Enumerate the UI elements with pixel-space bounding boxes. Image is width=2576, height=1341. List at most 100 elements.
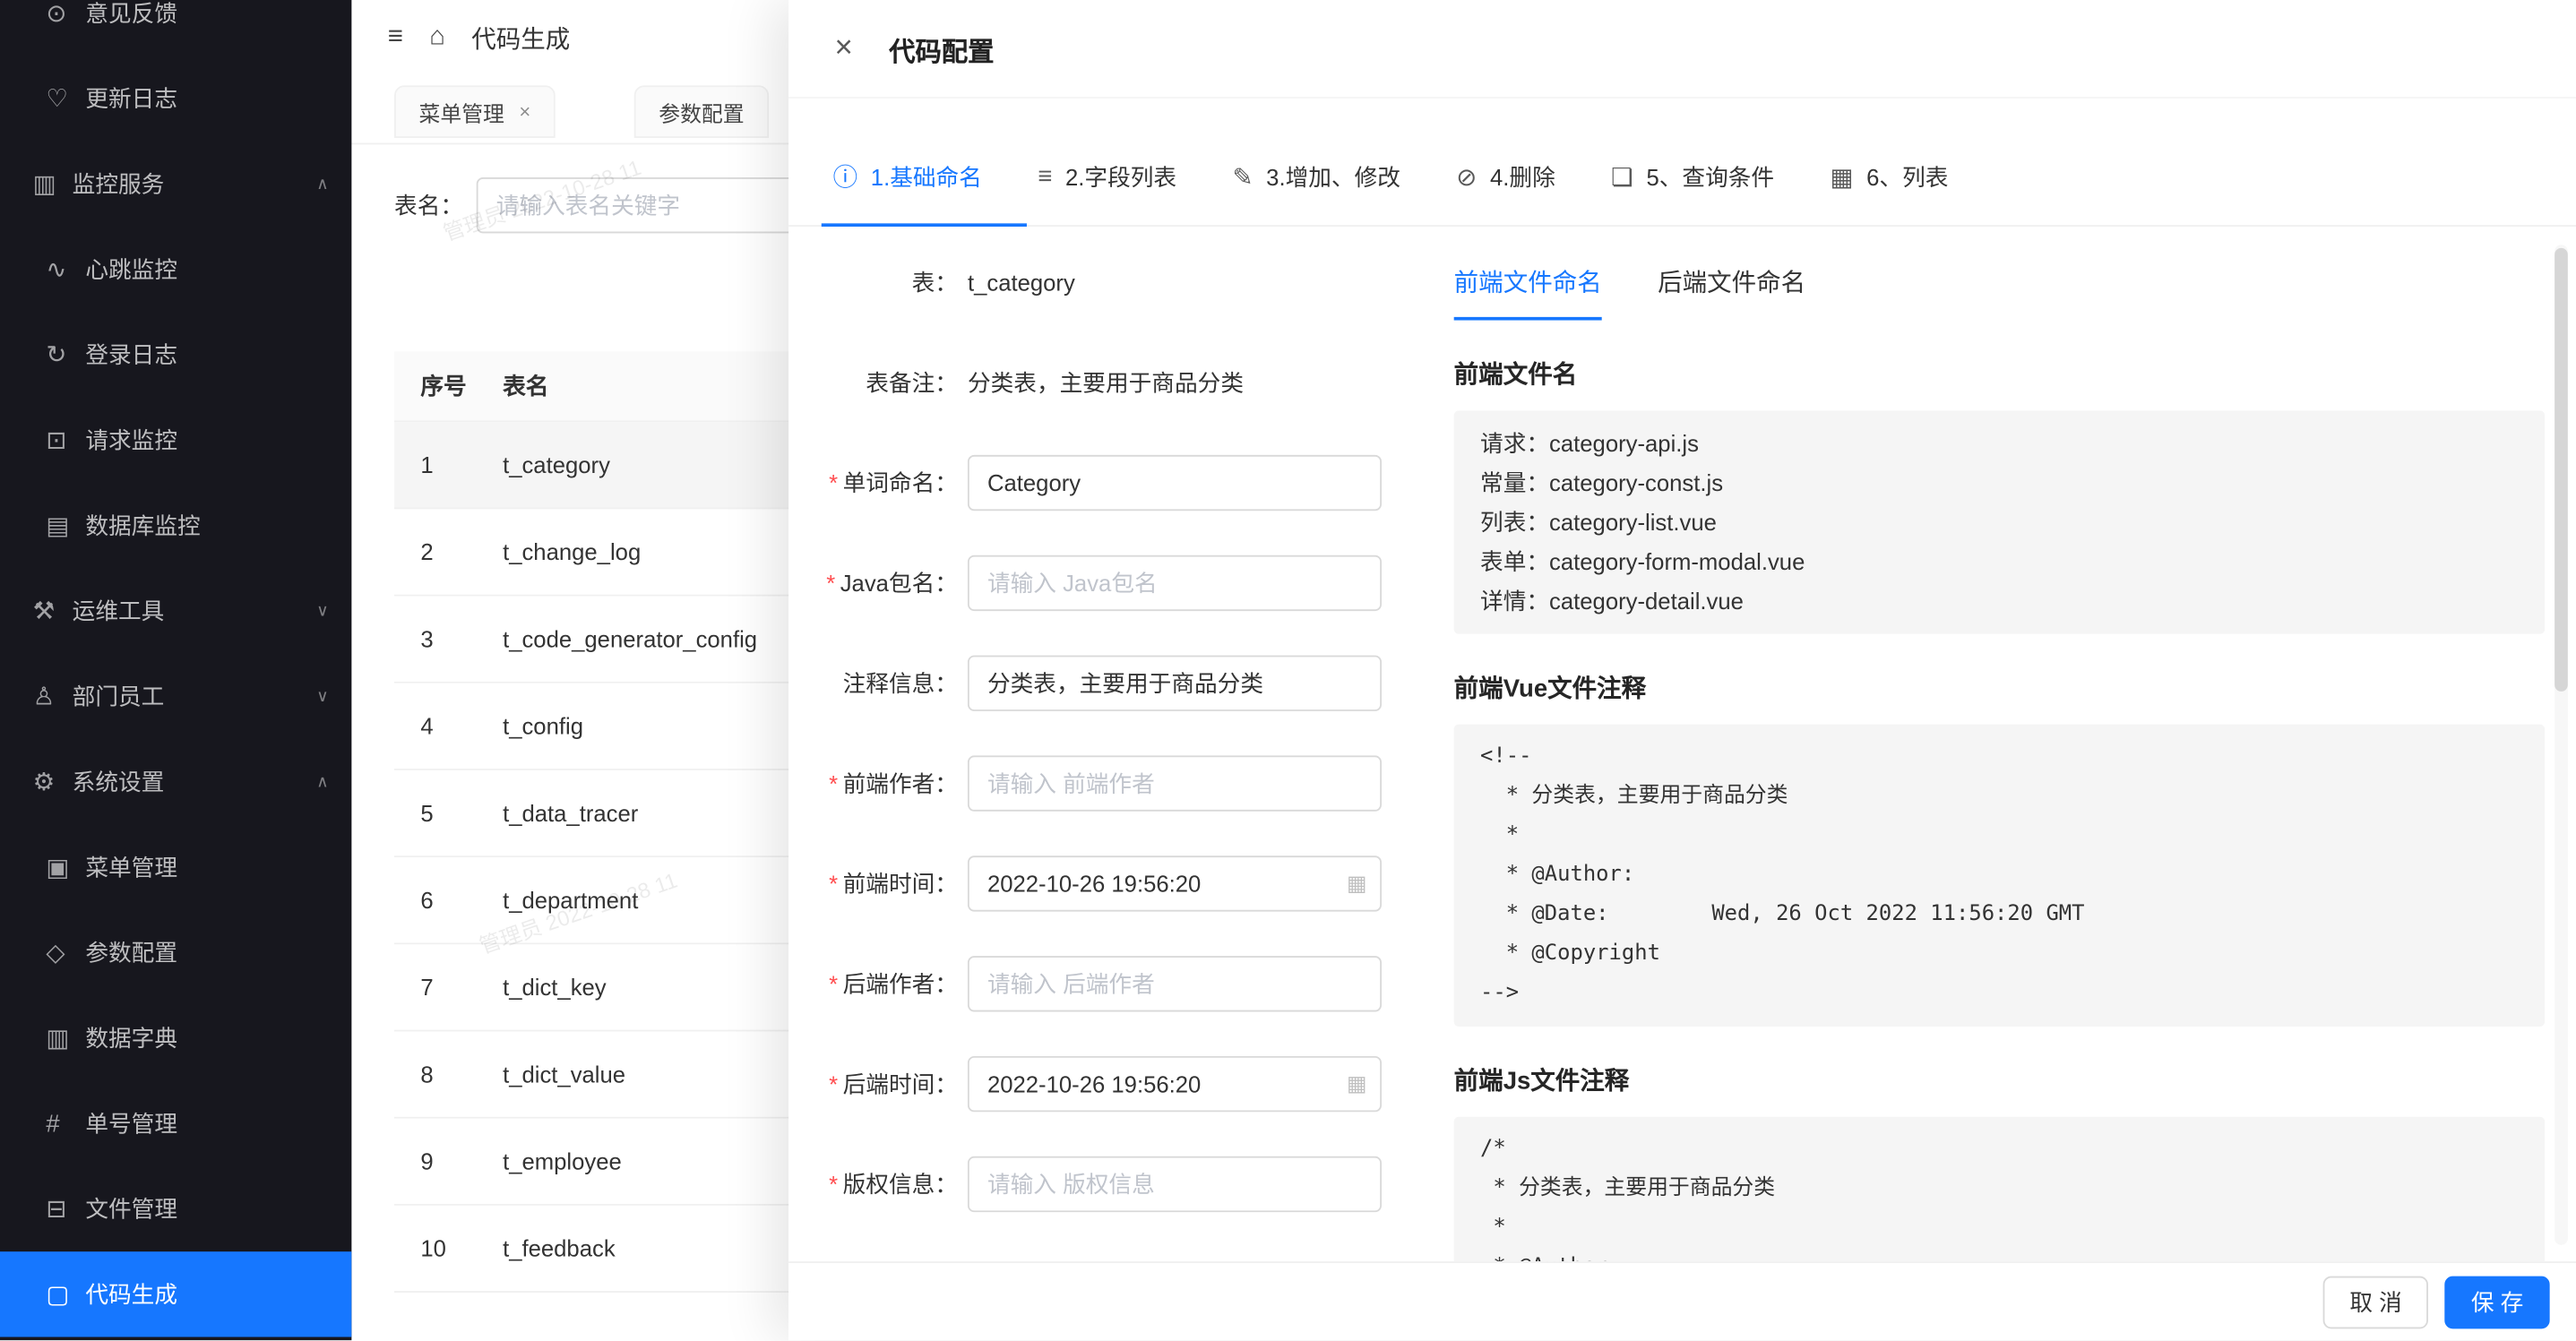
file-naming-panel: 前端文件命名 后端文件命名 前端文件名 请求：category-api.js 常… [1454, 228, 2545, 1261]
sidebar-item-changelog[interactable]: ♡ 更新日志 [0, 56, 351, 141]
config-form: 表： t_category 表备注： 分类表，主要用于商品分类 *单词命名： *… [788, 228, 1449, 1261]
frontend-author-input[interactable] [968, 755, 1382, 811]
sidebar-item-label: 意见反馈 [85, 0, 328, 30]
tab-close-icon[interactable]: × [519, 100, 530, 124]
java-package-input[interactable] [968, 555, 1382, 611]
cancel-button[interactable]: 取 消 [2323, 1276, 2428, 1328]
drawer-footer: 取 消 保 存 [788, 1261, 2576, 1340]
heart-icon: ♡ [46, 84, 85, 114]
step-delete[interactable]: ⊘ 4.删除 [1456, 160, 1555, 193]
active-step-inkbar [822, 223, 1027, 227]
backend-time-input[interactable] [968, 1056, 1382, 1112]
sidebar-item-code-generation[interactable]: ▢ 代码生成 [0, 1251, 351, 1337]
sidebar-item-ops-tools[interactable]: ⚒ 运维工具 ∨ [0, 568, 351, 653]
step-label: 2.字段列表 [1065, 160, 1176, 193]
column-header-index: 序号 [394, 370, 489, 403]
sidebar-item-database-monitor[interactable]: ▤ 数据库监控 [0, 483, 351, 568]
trash-icon: ⊘ [1456, 162, 1477, 192]
cell-index: 6 [394, 887, 489, 913]
column-header-table-name: 表名 [489, 370, 548, 403]
form-row-frontend-time: *前端时间： ▦ [788, 855, 1421, 911]
page-tab-param-config[interactable]: 参数配置 [634, 85, 769, 138]
required-mark: * [829, 469, 838, 495]
tab-backend-file-naming[interactable]: 后端文件命名 [1658, 264, 1805, 320]
sidebar-item-order-number[interactable]: # 单号管理 [0, 1080, 351, 1165]
sidebar-item-monitor-service[interactable]: ▥ 监控服务 ∧ [0, 142, 351, 227]
cell-table-name: t_department [489, 887, 638, 913]
feedback-icon: ⊙ [46, 0, 85, 28]
save-icon: ✎ [1232, 162, 1253, 192]
sidebar-item-department-staff[interactable]: ♙ 部门员工 ∨ [0, 654, 351, 739]
step-list-columns[interactable]: ▦ 6、列表 [1830, 160, 1948, 193]
collapse-sidebar-icon[interactable]: ≡ [388, 23, 403, 53]
sidebar-item-label: 单号管理 [85, 1107, 328, 1140]
sidebar: ⊙ 意见反馈 ♡ 更新日志 ▥ 监控服务 ∧ ∿ 心跳监控 ↻ 登录日志 ⊡ [0, 0, 351, 1340]
code-config-drawer: × 代码配置 ⓘ 1.基础命名 ≡ 2.字段列表 ✎ 3.增加、修改 ⊘ 4.删… [788, 0, 2576, 1340]
sidebar-item-label: 登录日志 [85, 339, 328, 372]
sidebar-item-data-dictionary[interactable]: ▥ 数据字典 [0, 995, 351, 1080]
table-name-search-input[interactable] [477, 177, 798, 233]
sidebar-item-menu-management[interactable]: ▣ 菜单管理 [0, 824, 351, 909]
table-name-value: t_category [968, 270, 1075, 296]
js-comment-box: /* * 分类表，主要用于商品分类 * * @Author: [1454, 1117, 2545, 1261]
tools-icon: ⚒ [33, 597, 73, 626]
comment-info-input[interactable] [968, 656, 1382, 711]
scrollbar-thumb[interactable] [2554, 248, 2568, 692]
sidebar-item-label: 数据字典 [85, 1021, 328, 1054]
sidebar-item-login-log[interactable]: ↻ 登录日志 [0, 312, 351, 397]
form-row-copyright: *版权信息： [788, 1156, 1421, 1212]
field-label: 注释信息： [788, 666, 958, 700]
close-icon[interactable]: × [834, 33, 852, 64]
sidebar-item-label: 参数配置 [85, 936, 328, 969]
backend-author-input[interactable] [968, 956, 1382, 1011]
save-button[interactable]: 保 存 [2445, 1276, 2550, 1328]
step-query-conditions[interactable]: ❏ 5、查询条件 [1611, 160, 1774, 193]
form-row-frontend-author: *前端作者： [788, 755, 1421, 811]
required-mark: * [829, 971, 838, 997]
drawer-body: 表： t_category 表备注： 分类表，主要用于商品分类 *单词命名： *… [788, 228, 2576, 1261]
step-label: 6、列表 [1866, 160, 1948, 193]
hash-icon: # [46, 1110, 85, 1138]
sidebar-item-file-management[interactable]: ⊟ 文件管理 [0, 1166, 351, 1251]
word-name-input[interactable] [968, 455, 1382, 511]
cell-table-name: t_employee [489, 1148, 621, 1174]
field-label: *前端时间： [788, 867, 958, 900]
page-tab-menu-management[interactable]: 菜单管理 × [394, 85, 556, 138]
cell-index: 7 [394, 974, 489, 1000]
frontend-time-input[interactable] [968, 855, 1382, 911]
home-icon[interactable]: ⌂ [429, 23, 445, 53]
diamond-icon: ◇ [46, 938, 85, 967]
info-circle-icon: ⓘ [833, 159, 858, 194]
required-mark: * [829, 770, 838, 796]
sidebar-item-label: 菜单管理 [85, 851, 328, 884]
vue-comment-box: <!-- * 分类表，主要用于商品分类 * * @Author: * @Date… [1454, 725, 2545, 1027]
refresh-icon: ↻ [46, 340, 85, 370]
sidebar-item-heartbeat-monitor[interactable]: ∿ 心跳监控 [0, 227, 351, 312]
copy-icon: ▣ [46, 853, 85, 882]
form-row-comment-info: 注释信息： [788, 656, 1421, 711]
field-label: 表： [788, 266, 958, 299]
scrollbar[interactable] [2554, 245, 2568, 1245]
form-row-backend-author: *后端作者： [788, 956, 1421, 1011]
copyright-input[interactable] [968, 1156, 1382, 1212]
chart-icon: ▥ [33, 169, 73, 199]
list-icon: ≡ [1038, 163, 1052, 191]
sidebar-item-system-settings[interactable]: ⚙ 系统设置 ∧ [0, 739, 351, 824]
sidebar-item-param-config[interactable]: ◇ 参数配置 [0, 910, 351, 995]
pulse-icon: ∿ [46, 254, 85, 284]
step-basic-naming[interactable]: ⓘ 1.基础命名 [833, 159, 982, 194]
folder-icon: ⊟ [46, 1194, 85, 1224]
sidebar-item-label: 部门员工 [73, 680, 317, 713]
sidebar-item-request-monitor[interactable]: ⊡ 请求监控 [0, 398, 351, 483]
cell-index: 4 [394, 713, 489, 739]
step-field-list[interactable]: ≡ 2.字段列表 [1038, 160, 1176, 193]
cell-table-name: t_dict_value [489, 1061, 625, 1087]
cell-table-name: t_code_generator_config [489, 626, 757, 652]
section-heading-frontend-filenames: 前端文件名 [1454, 357, 2545, 391]
sidebar-item-feedback[interactable]: ⊙ 意见反馈 [0, 0, 351, 56]
form-row-table-comment: 表备注： 分类表，主要用于商品分类 [788, 366, 1421, 400]
sidebar-item-label: 更新日志 [85, 82, 328, 116]
tab-frontend-file-naming[interactable]: 前端文件命名 [1454, 264, 1602, 320]
step-add-modify[interactable]: ✎ 3.增加、修改 [1232, 160, 1400, 193]
app-viewport: ≡ ⌂ 代码生成 菜单管理 × 参数配置 表名： 序号 表名 1 t_ca [0, 0, 2576, 1340]
